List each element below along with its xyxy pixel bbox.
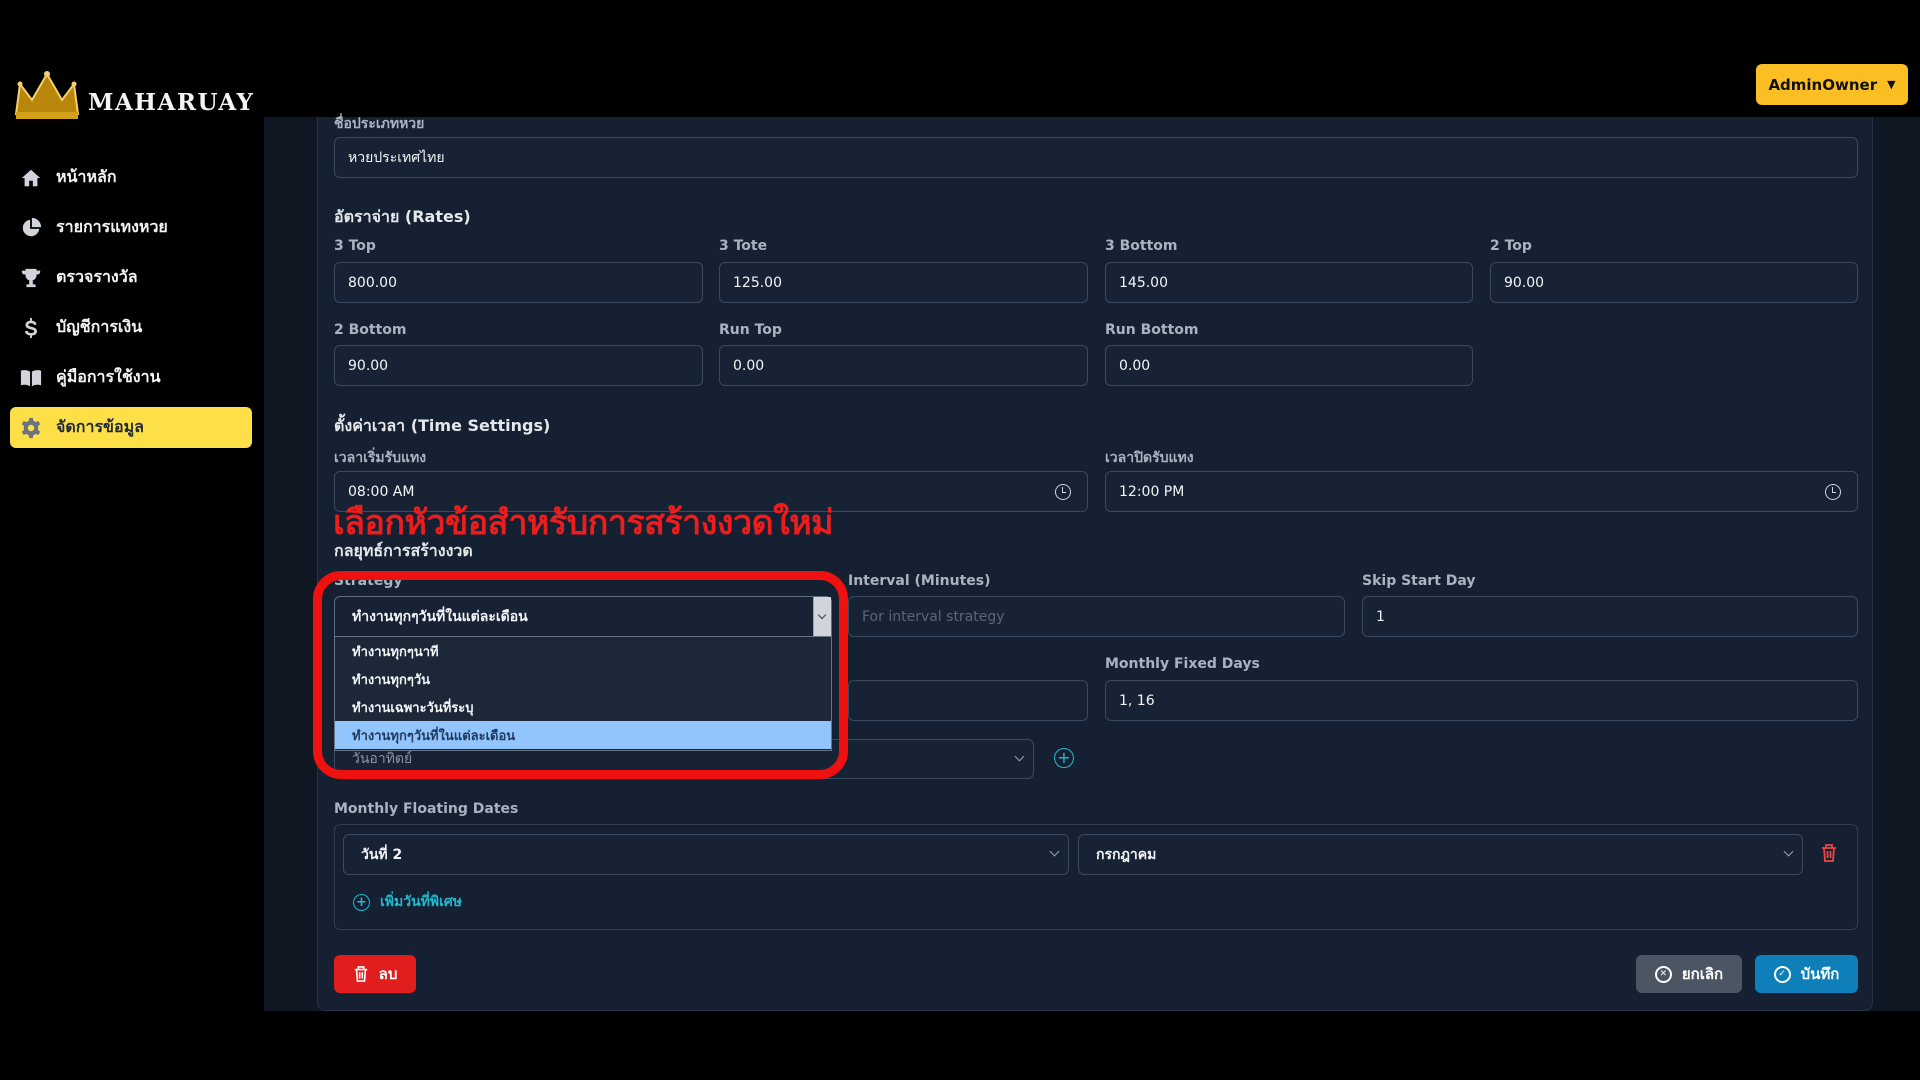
annotation-overlay-text: เลือกหัวข้อสำหรับการสร้างงวดใหม่	[333, 503, 834, 543]
home-icon	[21, 169, 41, 186]
monthly-fixed-days-label: Monthly Fixed Days	[1105, 656, 1260, 672]
sidebar-item-label: ตรวจรางวัล	[56, 267, 138, 286]
gear-icon	[21, 417, 41, 438]
sidebar-item-data-management[interactable]: จัดการข้อมูล	[10, 407, 252, 448]
two-bottom-input[interactable]: 90.00	[334, 345, 703, 386]
specific-dates-input[interactable]	[848, 680, 1088, 721]
lottery-type-field[interactable]: หวยประเทศไทย	[334, 137, 1858, 178]
chevron-down-icon	[1783, 846, 1794, 857]
save-button[interactable]: ✓ บันทึก	[1755, 955, 1858, 993]
clock-icon[interactable]	[1825, 484, 1841, 500]
run-bottom-label: Run Bottom	[1105, 322, 1199, 338]
rates-section-title: อัตราจ่าย (Rates)	[334, 207, 471, 226]
top-bar: AdminOwner ▼	[0, 0, 1920, 117]
dollar-icon	[25, 317, 37, 338]
sidebar-item-label: หน้าหลัก	[56, 167, 117, 186]
run-top-label: Run Top	[719, 322, 782, 338]
three-tote-input[interactable]: 125.00	[719, 262, 1088, 303]
sidebar-item-results[interactable]: ตรวจรางวัล	[10, 257, 252, 298]
monthly-floating-dates-label: Monthly Floating Dates	[334, 801, 519, 817]
brand-logo[interactable]: MAHARUAY	[10, 70, 254, 122]
logo-text: MAHARUAY	[88, 88, 255, 116]
chevron-down-icon	[1014, 751, 1025, 762]
three-bottom-label: 3 Bottom	[1105, 238, 1178, 254]
two-top-label: 2 Top	[1490, 238, 1532, 254]
floating-day-select[interactable]: วันที่ 2	[343, 834, 1069, 875]
sidebar-item-home[interactable]: หน้าหลัก	[10, 157, 252, 198]
trash-icon	[354, 966, 367, 982]
open-time-label: เวลาเริ่มรับแทง	[334, 450, 427, 466]
annotation-highlight-box	[313, 571, 848, 779]
two-top-input[interactable]: 90.00	[1490, 262, 1858, 303]
sidebar-item-label: จัดการข้อมูล	[56, 417, 144, 436]
book-icon	[20, 369, 42, 386]
sidebar-item-finance[interactable]: บัญชีการเงิน	[10, 307, 252, 348]
crown-logo-icon	[14, 71, 80, 119]
user-menu-button[interactable]: AdminOwner ▼	[1756, 64, 1908, 105]
close-time-value: 12:00 PM	[1119, 483, 1185, 500]
sidebar-item-bets[interactable]: รายการแทงหวย	[10, 207, 252, 248]
pie-chart-icon	[22, 217, 42, 236]
close-time-input[interactable]: 12:00 PM	[1105, 471, 1858, 512]
close-time-label: เวลาปิดรับแทง	[1105, 450, 1194, 466]
cancel-label: ยกเลิก	[1681, 965, 1724, 983]
trash-icon[interactable]	[1820, 843, 1838, 863]
cancel-button[interactable]: ✕ ยกเลิก	[1636, 955, 1742, 993]
run-bottom-input[interactable]: 0.00	[1105, 345, 1473, 386]
check-circle-icon: ✓	[1773, 965, 1791, 983]
add-special-date-label: เพิ่มวันที่พิเศษ	[380, 894, 463, 910]
sidebar-nav: หน้าหลัก รายการแทงหวย ตรวจรางวัล บัญชีกา…	[10, 157, 252, 457]
sidebar-item-label: คู่มือการใช้งาน	[56, 367, 161, 386]
interval-input[interactable]: For interval strategy	[848, 596, 1345, 637]
three-bottom-input[interactable]: 145.00	[1105, 262, 1473, 303]
plus-circle-icon: +	[353, 893, 370, 911]
floating-month-select[interactable]: กรกฎาคม	[1078, 834, 1803, 875]
add-weekday-icon[interactable]: +	[1054, 748, 1074, 768]
chevron-down-icon	[1049, 846, 1060, 857]
close-circle-icon: ✕	[1654, 965, 1672, 983]
user-menu-label: AdminOwner	[1768, 75, 1878, 94]
floating-month-value: กรกฎาคม	[1096, 846, 1157, 863]
sidebar-item-label: บัญชีการเงิน	[56, 317, 143, 336]
floating-day-value: วันที่ 2	[361, 846, 403, 863]
add-special-date-link[interactable]: + เพิ่มวันที่พิเศษ	[353, 891, 462, 913]
save-label: บันทึก	[1800, 965, 1840, 983]
clock-icon[interactable]	[1055, 484, 1071, 500]
three-tote-label: 3 Tote	[719, 238, 768, 254]
monthly-fixed-days-input[interactable]: 1, 16	[1105, 680, 1858, 721]
chevron-down-icon: ▼	[1887, 78, 1896, 91]
two-bottom-label: 2 Bottom	[334, 322, 407, 338]
sidebar-item-manual[interactable]: คู่มือการใช้งาน	[10, 357, 252, 398]
three-top-input[interactable]: 800.00	[334, 262, 703, 303]
skip-start-day-label: Skip Start Day	[1362, 573, 1476, 589]
delete-button[interactable]: ลบ	[334, 955, 416, 993]
time-section-title: ตั้งค่าเวลา (Time Settings)	[334, 416, 551, 435]
skip-start-day-input[interactable]: 1	[1362, 596, 1858, 637]
trophy-icon	[21, 268, 41, 287]
lottery-type-label: ชื่อประเภทหวย	[334, 116, 425, 132]
three-top-label: 3 Top	[334, 238, 376, 254]
bottom-letterbox	[0, 1011, 1920, 1080]
sidebar-item-label: รายการแทงหวย	[56, 217, 168, 236]
delete-label: ลบ	[378, 965, 398, 983]
interval-label: Interval (Minutes)	[848, 573, 991, 589]
sidebar: MAHARUAY หน้าหลัก รายการแทงหวย ตรวจรางวั…	[0, 60, 264, 1020]
run-top-input[interactable]: 0.00	[719, 345, 1088, 386]
